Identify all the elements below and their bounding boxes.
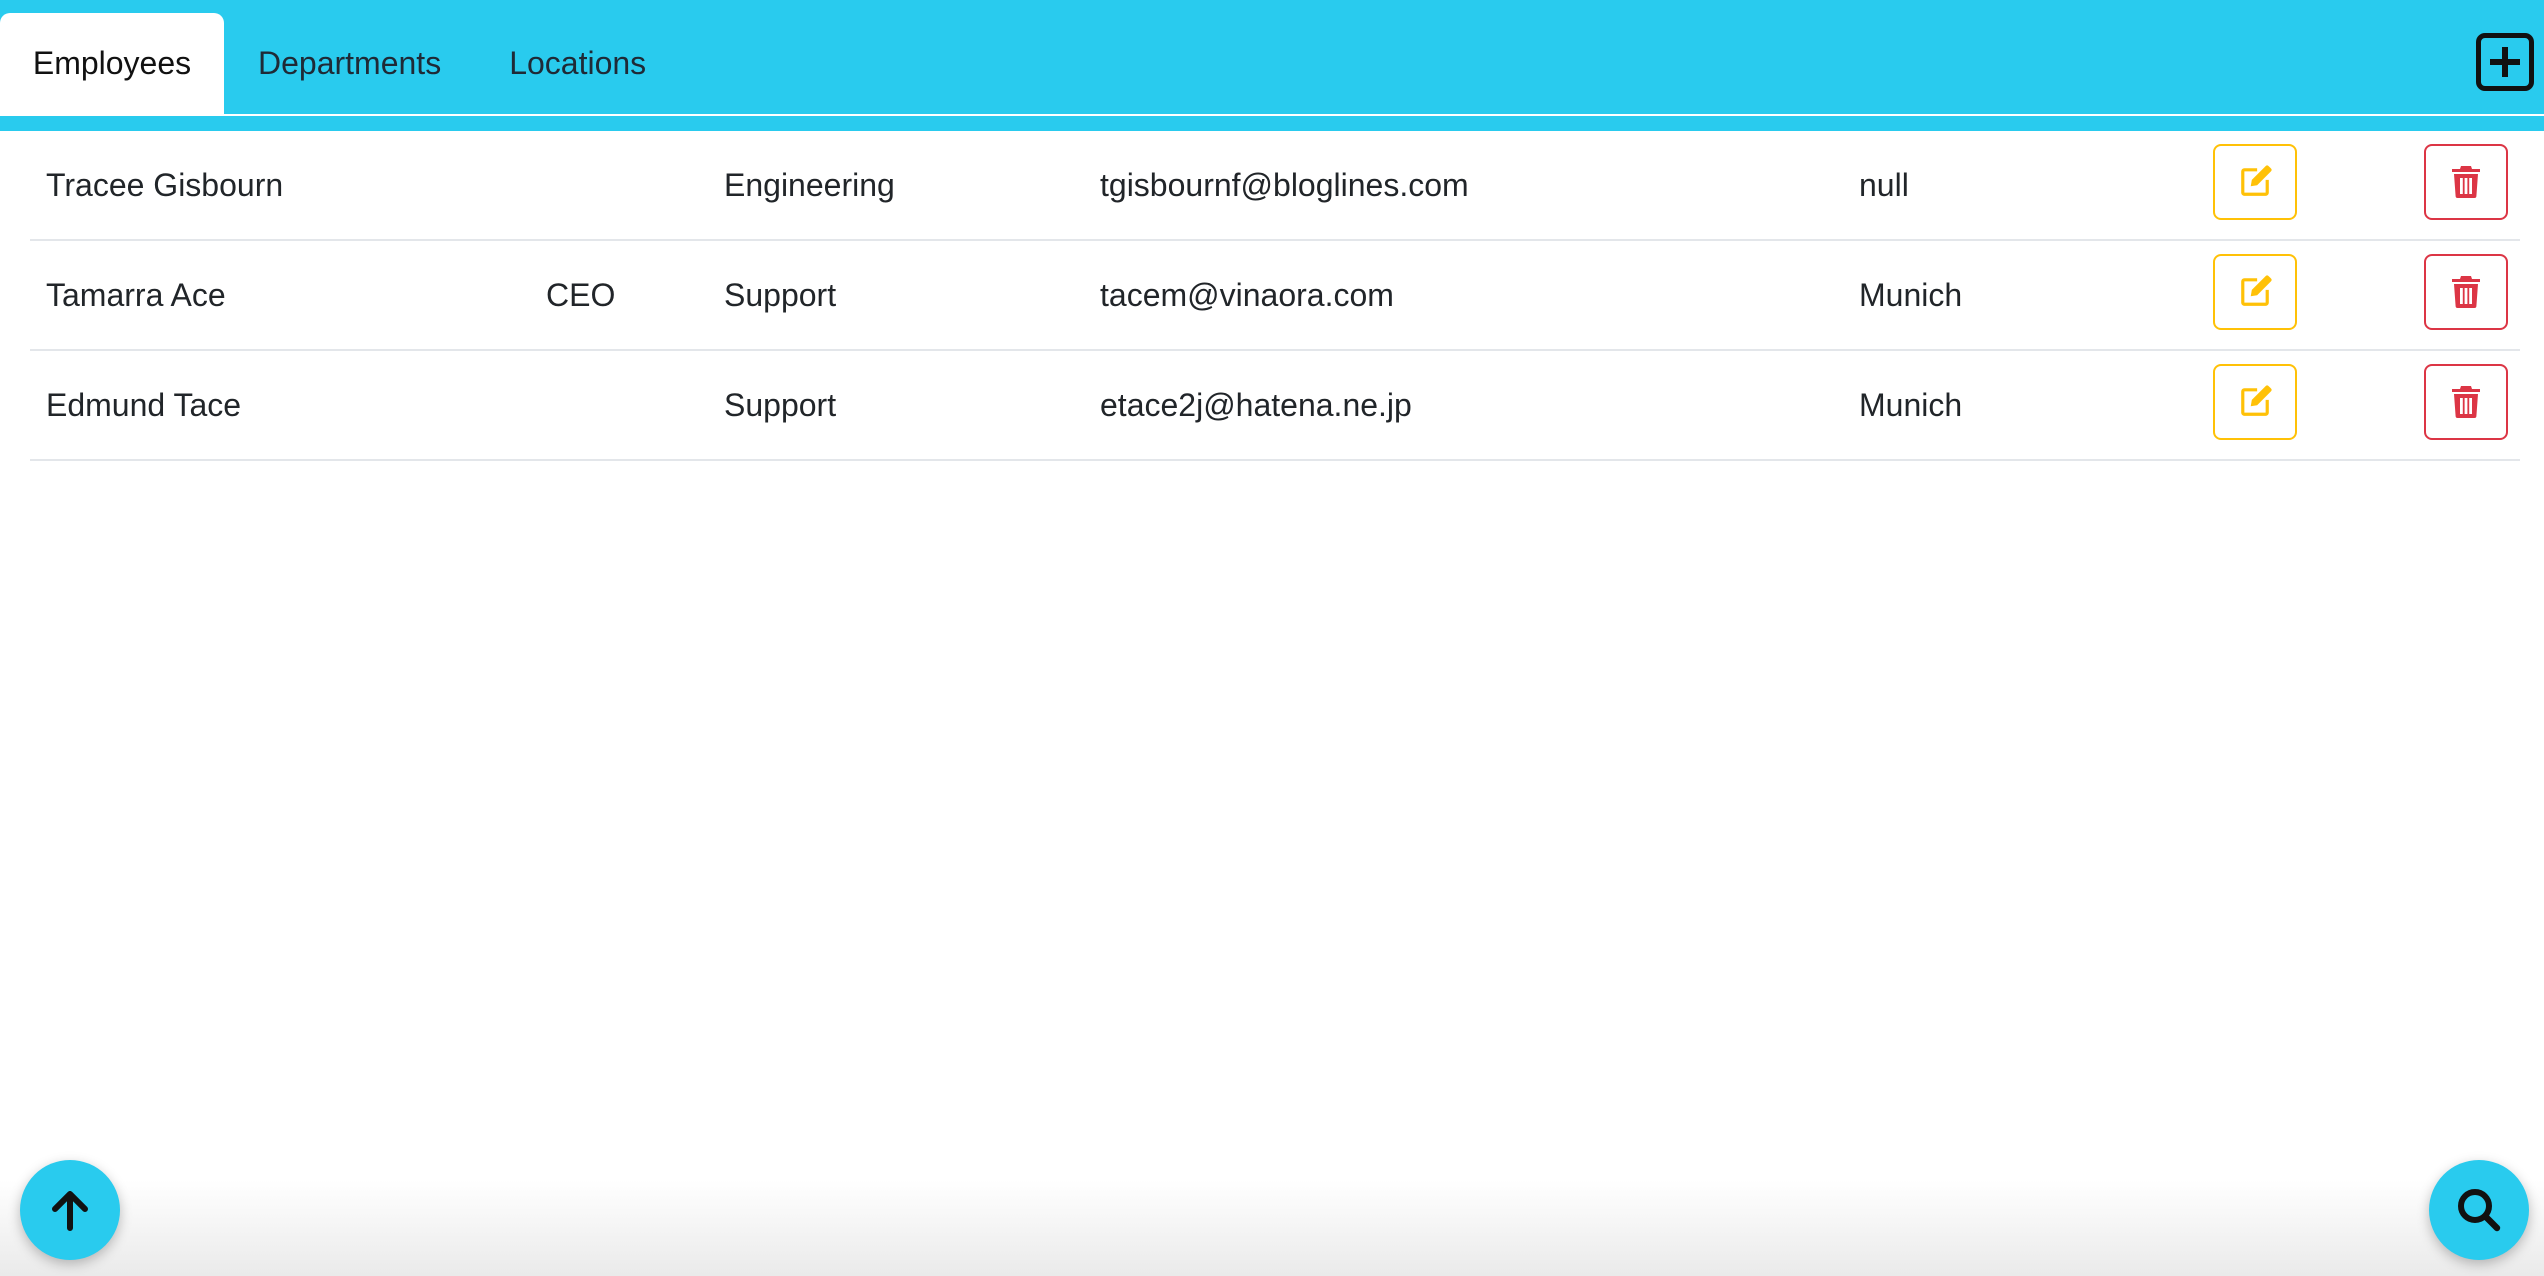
- arrow-up-icon: [52, 1191, 88, 1231]
- employee-email: etace2j@hatena.ne.jp: [1100, 386, 1412, 423]
- trash-icon: [2452, 386, 2480, 418]
- employee-email: tgisbournf@bloglines.com: [1100, 166, 1469, 203]
- table-row: Tamarra Ace CEO Support tacem@vinaora.co…: [30, 241, 2520, 351]
- employee-location: Munich: [1859, 386, 1963, 423]
- tab-employees[interactable]: Employees: [0, 13, 224, 114]
- trash-icon: [2452, 276, 2480, 308]
- employee-location: null: [1859, 166, 1909, 203]
- delete-button[interactable]: [2424, 144, 2508, 220]
- employee-email: tacem@vinaora.com: [1100, 276, 1394, 313]
- employee-name: Tracee Gisbourn: [46, 166, 284, 203]
- employee-department: Engineering: [724, 166, 895, 203]
- tab-locations[interactable]: Locations: [475, 13, 680, 114]
- delete-button[interactable]: [2424, 364, 2508, 440]
- scroll-to-top-button[interactable]: [20, 1160, 120, 1260]
- employee-name: Tamarra Ace: [46, 276, 226, 313]
- trash-icon: [2452, 166, 2480, 198]
- search-button[interactable]: [2429, 1160, 2529, 1260]
- employee-job-title: CEO: [546, 276, 616, 313]
- add-button[interactable]: [2476, 33, 2534, 91]
- tab-departments[interactable]: Departments: [224, 13, 475, 114]
- tab-underline: [0, 114, 2544, 116]
- pencil-square-icon: [2241, 275, 2272, 306]
- delete-button[interactable]: [2424, 254, 2508, 330]
- employees-table: Tracee Gisbourn Engineering tgisbournf@b…: [30, 131, 2520, 461]
- employee-name: Edmund Tace: [46, 386, 242, 423]
- table-row: Tracee Gisbourn Engineering tgisbournf@b…: [30, 131, 2520, 241]
- edit-button[interactable]: [2213, 364, 2297, 440]
- employee-department: Support: [724, 276, 837, 313]
- top-navbar: Employees Departments Locations: [0, 0, 2544, 131]
- employee-location: Munich: [1859, 276, 1963, 313]
- pencil-square-icon: [2241, 165, 2272, 196]
- bottom-shadow: [0, 1180, 2544, 1276]
- search-icon: [2458, 1189, 2501, 1232]
- table-row: Edmund Tace Support etace2j@hatena.ne.jp…: [30, 351, 2520, 461]
- pencil-square-icon: [2241, 385, 2272, 416]
- employee-department: Support: [724, 386, 837, 423]
- edit-button[interactable]: [2213, 144, 2297, 220]
- tab-list: Employees Departments Locations: [0, 13, 680, 114]
- edit-button[interactable]: [2213, 254, 2297, 330]
